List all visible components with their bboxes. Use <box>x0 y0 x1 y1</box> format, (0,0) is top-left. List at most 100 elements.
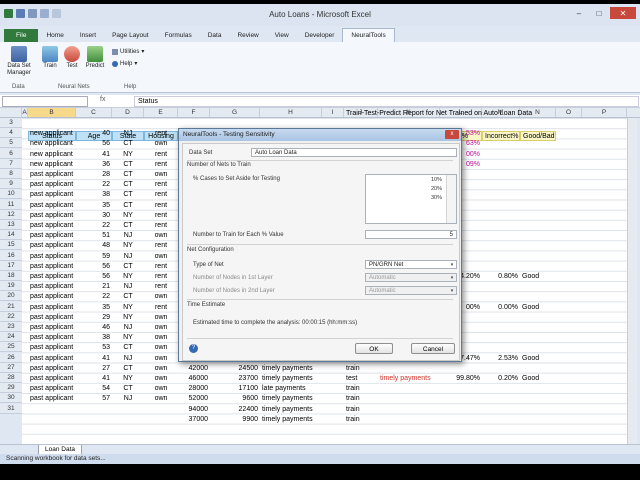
cell-housing[interactable]: own <box>144 292 178 302</box>
cell-state[interactable]: NY <box>112 211 144 221</box>
row-header[interactable]: 17 <box>0 260 22 271</box>
row-header[interactable]: 10 <box>0 189 22 200</box>
cell-age[interactable]: 59 <box>76 252 112 262</box>
cell-age[interactable]: 36 <box>76 160 112 170</box>
cell-pct[interactable] <box>440 394 482 404</box>
cell-state[interactable]: NJ <box>112 252 144 262</box>
cell-state[interactable]: CT <box>112 180 144 190</box>
cell-housing[interactable]: rent <box>144 303 178 313</box>
cell-result[interactable]: timely payments <box>260 394 322 404</box>
cell-state[interactable]: CT <box>112 190 144 200</box>
cell-good-bad[interactable] <box>520 394 556 404</box>
cell-incorrect[interactable]: 0.80% <box>482 272 520 282</box>
cell-age[interactable]: 35 <box>76 303 112 313</box>
cell-state[interactable]: NJ <box>112 323 144 333</box>
cell-result[interactable]: late payments <box>260 384 322 394</box>
cell-tag[interactable]: train <box>344 384 378 394</box>
cases-option-20[interactable]: 20% <box>431 186 442 192</box>
cell-status[interactable]: past applicant <box>28 190 76 200</box>
row-header[interactable]: 4 <box>0 128 22 139</box>
vertical-scrollbar[interactable] <box>627 118 637 444</box>
cell-incorrect[interactable]: 0.00% <box>482 303 520 313</box>
cell-housing[interactable]: own <box>144 333 178 343</box>
cell-prediction[interactable]: timely payments <box>378 374 440 384</box>
cell-age[interactable]: 28 <box>76 170 112 180</box>
cell-housing[interactable]: rent <box>144 201 178 211</box>
tab-home[interactable]: Home <box>38 29 71 42</box>
row-header[interactable]: 25 <box>0 342 22 353</box>
column-header-p[interactable]: P <box>582 108 627 117</box>
dialog-close-button[interactable]: x <box>445 130 459 139</box>
cell-incorrect[interactable] <box>482 384 520 394</box>
cell-result[interactable]: timely payments <box>260 364 322 374</box>
cell-status[interactable]: past applicant <box>28 292 76 302</box>
cell-income[interactable]: 28000 <box>178 384 210 394</box>
cell-loan[interactable]: 9900 <box>210 415 260 425</box>
cell-result[interactable]: timely payments <box>260 405 322 415</box>
column-header-g[interactable]: G <box>210 108 260 117</box>
cell-pct[interactable]: 99.80% <box>440 374 482 384</box>
cell-state[interactable]: CT <box>112 160 144 170</box>
data-set-manager-button[interactable]: Data Set Manager <box>4 46 34 77</box>
help-button[interactable]: Help ▾ <box>112 60 137 67</box>
cell-incorrect[interactable] <box>482 405 520 415</box>
cell-result[interactable]: timely payments <box>260 415 322 425</box>
row-header[interactable]: 21 <box>0 301 22 312</box>
row-header[interactable]: 30 <box>0 393 22 404</box>
row-header[interactable]: 22 <box>0 311 22 322</box>
predict-button[interactable]: Predict <box>83 46 107 70</box>
row-header[interactable]: 18 <box>0 271 22 281</box>
cell-age[interactable]: 56 <box>76 272 112 282</box>
cell-age[interactable]: 48 <box>76 241 112 251</box>
row-header[interactable]: 3 <box>0 118 22 128</box>
cell-age[interactable]: 41 <box>76 354 112 364</box>
cell-state[interactable]: NJ <box>112 231 144 241</box>
cell-status[interactable]: past applicant <box>28 231 76 241</box>
cell-state[interactable]: NJ <box>112 394 144 404</box>
cell-status[interactable]: past applicant <box>28 333 76 343</box>
row-header[interactable]: 13 <box>0 220 22 230</box>
cell-good-bad[interactable] <box>520 415 556 425</box>
cell-state[interactable]: CT <box>112 292 144 302</box>
cell-status[interactable]: past applicant <box>28 180 76 190</box>
cell-state[interactable]: NY <box>112 241 144 251</box>
row-header[interactable]: 7 <box>0 158 22 169</box>
cell-pct[interactable] <box>440 364 482 374</box>
row-header[interactable]: 23 <box>0 322 22 332</box>
cell-tag[interactable]: test <box>344 374 378 384</box>
cell-age[interactable]: 53 <box>76 343 112 353</box>
layer1-select[interactable]: Automatic ▾ <box>365 273 457 282</box>
tab-file[interactable]: File <box>4 29 39 42</box>
row-header[interactable]: 19 <box>0 281 22 292</box>
cell-income[interactable]: 42000 <box>178 364 210 374</box>
utilities-button[interactable]: Utilities ▾ <box>112 48 144 55</box>
cell-state[interactable]: CT <box>112 201 144 211</box>
column-header-b[interactable]: B <box>28 108 76 117</box>
cancel-button[interactable]: Cancel <box>411 343 455 354</box>
cell-status[interactable]: past applicant <box>28 354 76 364</box>
cell-state[interactable]: CT <box>112 262 144 272</box>
cell-state[interactable]: NY <box>112 333 144 343</box>
cell-status[interactable]: new applicant <box>28 150 76 160</box>
cell-incorrect[interactable]: 2.53% <box>482 354 520 364</box>
cell-age[interactable]: 30 <box>76 211 112 221</box>
cell-status[interactable]: past applicant <box>28 282 76 292</box>
ok-button[interactable]: OK <box>355 343 393 354</box>
layer2-select[interactable]: Automatic ▾ <box>365 286 457 295</box>
cell-housing[interactable]: own <box>144 354 178 364</box>
cell-tag[interactable]: train <box>344 415 378 425</box>
tab-formulas[interactable]: Formulas <box>157 29 200 42</box>
cell-housing[interactable]: rent <box>144 180 178 190</box>
cell-housing[interactable]: own <box>144 313 178 323</box>
column-header-e[interactable]: E <box>144 108 178 117</box>
cell-status[interactable]: past applicant <box>28 201 76 211</box>
tab-page-layout[interactable]: Page Layout <box>104 29 157 42</box>
cases-listbox-scrollbar[interactable] <box>446 175 456 223</box>
cell-housing[interactable]: rent <box>144 272 178 282</box>
test-button[interactable]: Test <box>62 46 82 70</box>
cell-age[interactable]: 35 <box>76 201 112 211</box>
cell-state[interactable]: CT <box>112 384 144 394</box>
cell-status[interactable]: new applicant <box>28 129 76 139</box>
cell-age[interactable]: 38 <box>76 190 112 200</box>
cell-status[interactable]: past applicant <box>28 170 76 180</box>
